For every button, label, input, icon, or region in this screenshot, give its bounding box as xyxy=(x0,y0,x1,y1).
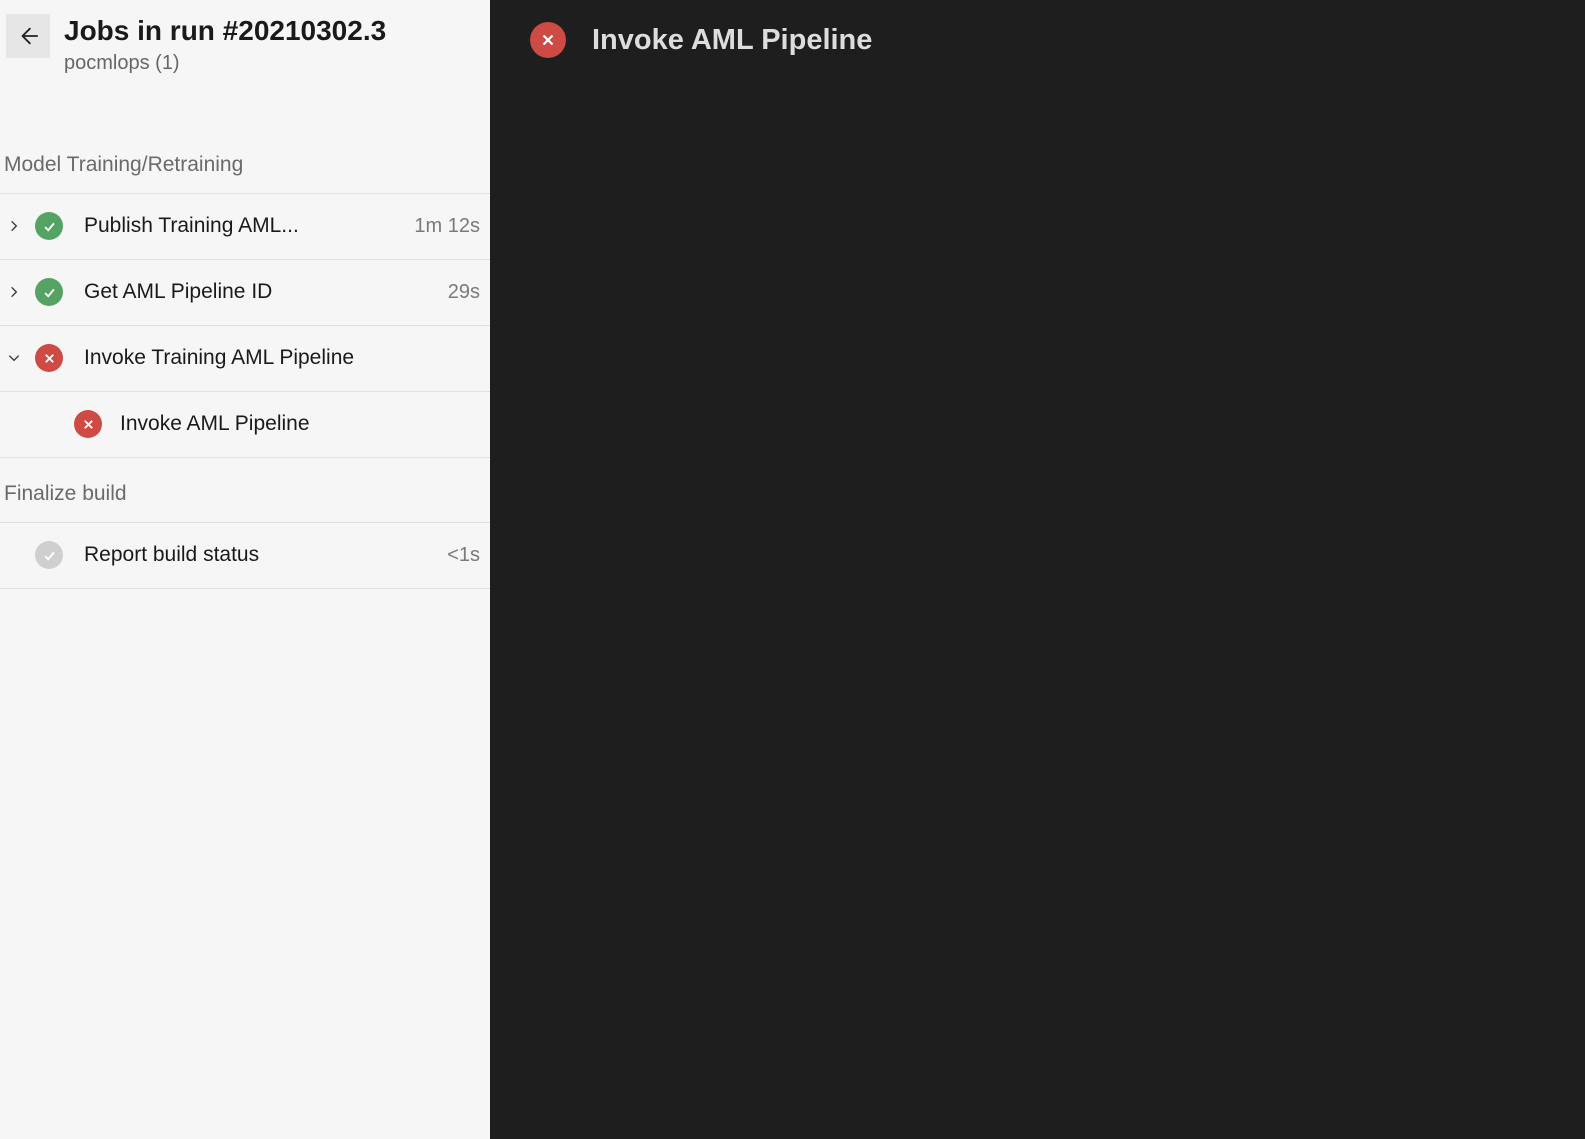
status-col xyxy=(24,212,74,240)
job-duration: 1m 12s xyxy=(404,215,480,238)
log-header: Invoke AML Pipeline xyxy=(490,0,1585,80)
job-name: Report build status xyxy=(74,543,437,567)
job-row-publish-training[interactable]: Publish Training AML... 1m 12s xyxy=(0,194,490,260)
failed-icon xyxy=(74,410,102,438)
back-button[interactable] xyxy=(6,14,50,58)
page-subtitle: pocmlops (1) xyxy=(64,52,386,75)
chevron-down-icon xyxy=(4,351,24,365)
success-icon xyxy=(35,278,63,306)
skipped-icon xyxy=(35,541,63,569)
status-col xyxy=(24,344,74,372)
chevron-right-icon xyxy=(4,285,24,299)
task-row-invoke-aml-pipeline[interactable]: Invoke AML Pipeline xyxy=(0,392,490,458)
job-name: Get AML Pipeline ID xyxy=(74,280,438,304)
job-row-invoke-training[interactable]: Invoke Training AML Pipeline xyxy=(0,326,490,392)
arrow-left-icon xyxy=(17,25,39,47)
failed-icon xyxy=(35,344,63,372)
stage-label-finalize-build: Finalize build xyxy=(0,482,490,522)
log-title: Invoke AML Pipeline xyxy=(566,24,872,57)
job-row-get-pipeline-id[interactable]: Get AML Pipeline ID 29s xyxy=(0,260,490,326)
job-list-finalize: Report build status <1s xyxy=(0,522,490,589)
task-name: Invoke AML Pipeline xyxy=(102,412,310,436)
page-title: Jobs in run #20210302.3 xyxy=(64,14,386,48)
job-list-model-training: Publish Training AML... 1m 12s Get AML P… xyxy=(0,193,490,458)
failed-icon xyxy=(530,22,566,58)
job-duration: 29s xyxy=(438,281,480,304)
chevron-right-icon xyxy=(4,219,24,233)
log-panel: Invoke AML Pipeline xyxy=(490,0,1585,1139)
header-text: Jobs in run #20210302.3 pocmlops (1) xyxy=(50,14,386,75)
job-name: Publish Training AML... xyxy=(74,214,404,238)
jobs-sidebar: Jobs in run #20210302.3 pocmlops (1) Mod… xyxy=(0,0,490,1139)
job-name: Invoke Training AML Pipeline xyxy=(74,346,470,370)
success-icon xyxy=(35,212,63,240)
status-col xyxy=(24,278,74,306)
job-duration: <1s xyxy=(437,544,480,567)
status-col xyxy=(24,541,74,569)
job-row-report-build-status[interactable]: Report build status <1s xyxy=(0,523,490,589)
sidebar-header: Jobs in run #20210302.3 pocmlops (1) xyxy=(0,0,490,75)
stage-label-model-training: Model Training/Retraining xyxy=(0,153,490,193)
